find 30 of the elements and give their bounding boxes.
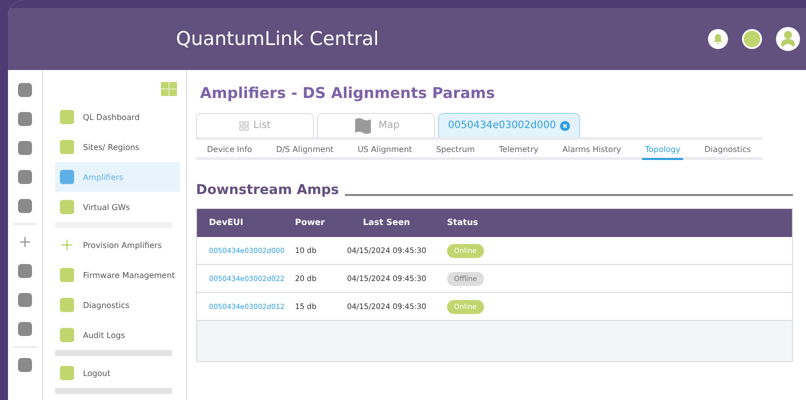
nav-item[interactable]: QL Dashboard — [55, 102, 180, 132]
nav-item[interactable]: Sites/ Regions — [55, 132, 180, 162]
detail-tab[interactable]: Telemetry — [496, 140, 542, 160]
page-title: Amplifiers - DS Alignments Params — [200, 84, 496, 102]
nav-item[interactable]: Audit Logs — [55, 320, 180, 350]
nav-item[interactable]: Virtual GWs — [55, 192, 180, 222]
nav-item[interactable]: Provision Amplifiers — [55, 230, 180, 260]
detail-tab[interactable]: Topology — [642, 140, 684, 160]
user-icon[interactable] — [776, 27, 800, 51]
plus-icon[interactable] — [17, 234, 33, 250]
detail-tab[interactable]: Spectrum — [433, 140, 478, 160]
detail-tab[interactable]: D/S Alignment — [273, 140, 337, 160]
column-header: Last Seen — [362, 218, 411, 228]
status-icon[interactable] — [742, 29, 762, 49]
nav-item[interactable]: Logout — [55, 358, 180, 388]
detail-tab[interactable]: Diagnostics — [701, 140, 754, 160]
detail-tab[interactable]: US Alignment — [354, 140, 416, 160]
app-title: QuantumLink Central — [176, 28, 380, 50]
column-header: Power — [295, 218, 326, 228]
detail-tab[interactable]: Device Info — [204, 140, 256, 160]
bell-icon[interactable] — [708, 29, 728, 49]
plus-icon — [59, 237, 75, 253]
close-icon[interactable] — [560, 120, 570, 130]
nav-item[interactable]: Firmware Management — [55, 260, 180, 290]
section-title: Downstream Amps — [196, 182, 339, 198]
grid-icon — [239, 120, 250, 130]
detail-tab[interactable]: Alarms History — [559, 140, 624, 160]
column-header: DevEUI — [209, 218, 244, 228]
column-header: Status — [447, 218, 480, 228]
nav-item[interactable]: Diagnostics — [55, 290, 180, 320]
